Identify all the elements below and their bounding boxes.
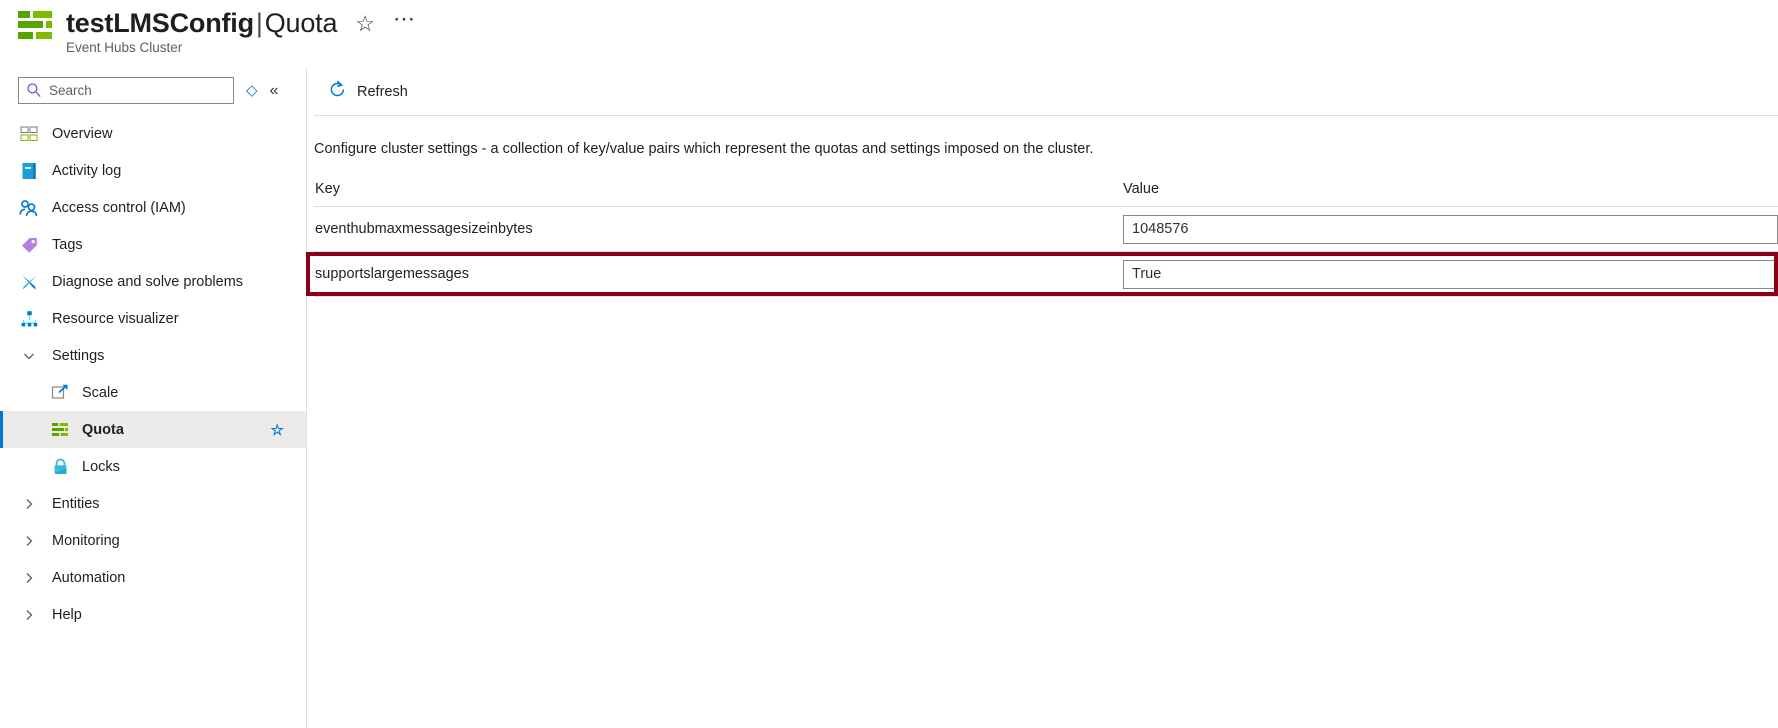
resource-type-subtitle: Event Hubs Cluster bbox=[66, 40, 183, 55]
quota-value-cell bbox=[1120, 214, 1778, 244]
event-hubs-cluster-icon bbox=[18, 9, 52, 39]
sidebar-item-label: Resource visualizer bbox=[52, 310, 179, 327]
sidebar-group-monitoring[interactable]: Monitoring bbox=[0, 522, 306, 559]
table-header-row: Key Value bbox=[314, 181, 1778, 207]
search-input[interactable] bbox=[47, 82, 233, 99]
wrench-icon bbox=[18, 272, 40, 292]
sidebar-item-label: Diagnose and solve problems bbox=[52, 273, 244, 290]
lock-icon bbox=[49, 457, 71, 477]
quota-value-input[interactable] bbox=[1123, 214, 1778, 244]
sidebar-group-help[interactable]: Help bbox=[0, 596, 306, 633]
resource-name: testLMSConfig bbox=[66, 8, 254, 38]
sidebar-item-label: Locks bbox=[82, 458, 120, 475]
sidebar-group-label: Monitoring bbox=[52, 532, 120, 549]
chevron-right-icon bbox=[18, 605, 40, 625]
search-icon bbox=[26, 82, 42, 98]
star-icon[interactable]: ☆ bbox=[355, 12, 375, 35]
chevron-right-icon bbox=[18, 568, 40, 588]
overview-grid-icon bbox=[18, 124, 40, 144]
resource-visualizer-icon bbox=[18, 309, 40, 329]
sidebar-item-label: Overview bbox=[52, 125, 113, 142]
sidebar-item-activity-log[interactable]: Activity log bbox=[0, 152, 306, 189]
column-header-value: Value bbox=[1123, 181, 1160, 197]
refresh-icon bbox=[328, 80, 347, 103]
activity-log-book-icon bbox=[18, 161, 40, 181]
sidebar-group-label: Settings bbox=[52, 347, 105, 364]
sidebar-item-tags[interactable]: Tags bbox=[0, 226, 306, 263]
main-content: Refresh Configure cluster settings - a c… bbox=[306, 68, 1778, 728]
table-row: eventhubmaxmessagesizeinbytes bbox=[314, 207, 1778, 252]
sidebar-nav-list: Overview Activity log Access control (IA… bbox=[0, 115, 306, 633]
quota-value-cell bbox=[1120, 259, 1778, 289]
command-toolbar: Refresh bbox=[307, 68, 1778, 115]
column-header-key: Key bbox=[315, 181, 340, 197]
chevron-right-icon bbox=[18, 531, 40, 551]
table-row: supportslargemessages bbox=[306, 252, 1778, 297]
sidebar-group-label: Automation bbox=[52, 569, 126, 586]
page-description: Configure cluster settings - a collectio… bbox=[314, 141, 1094, 157]
double-chevron-left-icon[interactable]: « bbox=[270, 82, 279, 99]
tag-icon bbox=[18, 235, 40, 255]
star-icon[interactable]: ☆ bbox=[271, 421, 284, 439]
sidebar-group-settings[interactable]: Settings bbox=[0, 337, 306, 374]
sidebar-item-quota[interactable]: Quota ☆ bbox=[0, 411, 306, 448]
page-header: testLMSConfig|Quota ☆ ⋯ Event Hubs Clust… bbox=[0, 0, 1778, 68]
sidebar-search-row: ◇ « bbox=[0, 77, 306, 104]
page-name: Quota bbox=[264, 8, 338, 38]
title-separator: | bbox=[255, 8, 263, 38]
quota-table: Key Value eventhubmaxmessagesizeinbytes … bbox=[306, 181, 1778, 297]
sidebar-group-label: Help bbox=[52, 606, 82, 623]
sidebar-item-access-control[interactable]: Access control (IAM) bbox=[0, 189, 306, 226]
body-area: ◇ « Overview bbox=[0, 68, 1778, 728]
title-line: testLMSConfig|Quota ☆ ⋯ bbox=[66, 7, 416, 39]
refresh-label: Refresh bbox=[357, 83, 408, 100]
sidebar-item-resource-visualizer[interactable]: Resource visualizer bbox=[0, 300, 306, 337]
sidebar-item-label: Activity log bbox=[52, 162, 122, 179]
quota-key-label: supportslargemessages bbox=[315, 266, 469, 282]
search-box[interactable] bbox=[18, 77, 234, 104]
sidebar-item-overview[interactable]: Overview bbox=[0, 115, 306, 152]
refresh-button[interactable]: Refresh bbox=[322, 76, 414, 107]
diamond-icon[interactable]: ◇ bbox=[246, 83, 258, 98]
header-row: testLMSConfig|Quota ☆ ⋯ bbox=[18, 7, 1778, 39]
chevron-right-icon bbox=[18, 494, 40, 514]
chevron-down-icon bbox=[18, 346, 40, 366]
sidebar-group-entities[interactable]: Entities bbox=[0, 485, 306, 522]
quota-key-label: eventhubmaxmessagesizeinbytes bbox=[315, 221, 533, 237]
sidebar-group-label: Entities bbox=[52, 495, 100, 512]
sidebar-item-diagnose[interactable]: Diagnose and solve problems bbox=[0, 263, 306, 300]
page-title: testLMSConfig|Quota bbox=[66, 8, 337, 39]
people-icon bbox=[18, 198, 40, 218]
quota-bars-icon bbox=[49, 420, 71, 440]
sidebar-item-label: Access control (IAM) bbox=[52, 199, 186, 216]
sidebar-item-label: Scale bbox=[82, 384, 119, 401]
sidebar-item-locks[interactable]: Locks bbox=[0, 448, 306, 485]
sidebar-item-scale[interactable]: Scale bbox=[0, 374, 306, 411]
sidebar-item-label: Tags bbox=[52, 236, 83, 253]
ellipsis-icon[interactable]: ⋯ bbox=[393, 7, 416, 30]
sidebar-item-label: Quota bbox=[82, 421, 124, 438]
quota-value-input[interactable] bbox=[1123, 259, 1778, 289]
sidebar-group-automation[interactable]: Automation bbox=[0, 559, 306, 596]
sidebar: ◇ « Overview bbox=[0, 68, 306, 728]
scale-arrow-icon bbox=[49, 383, 71, 403]
